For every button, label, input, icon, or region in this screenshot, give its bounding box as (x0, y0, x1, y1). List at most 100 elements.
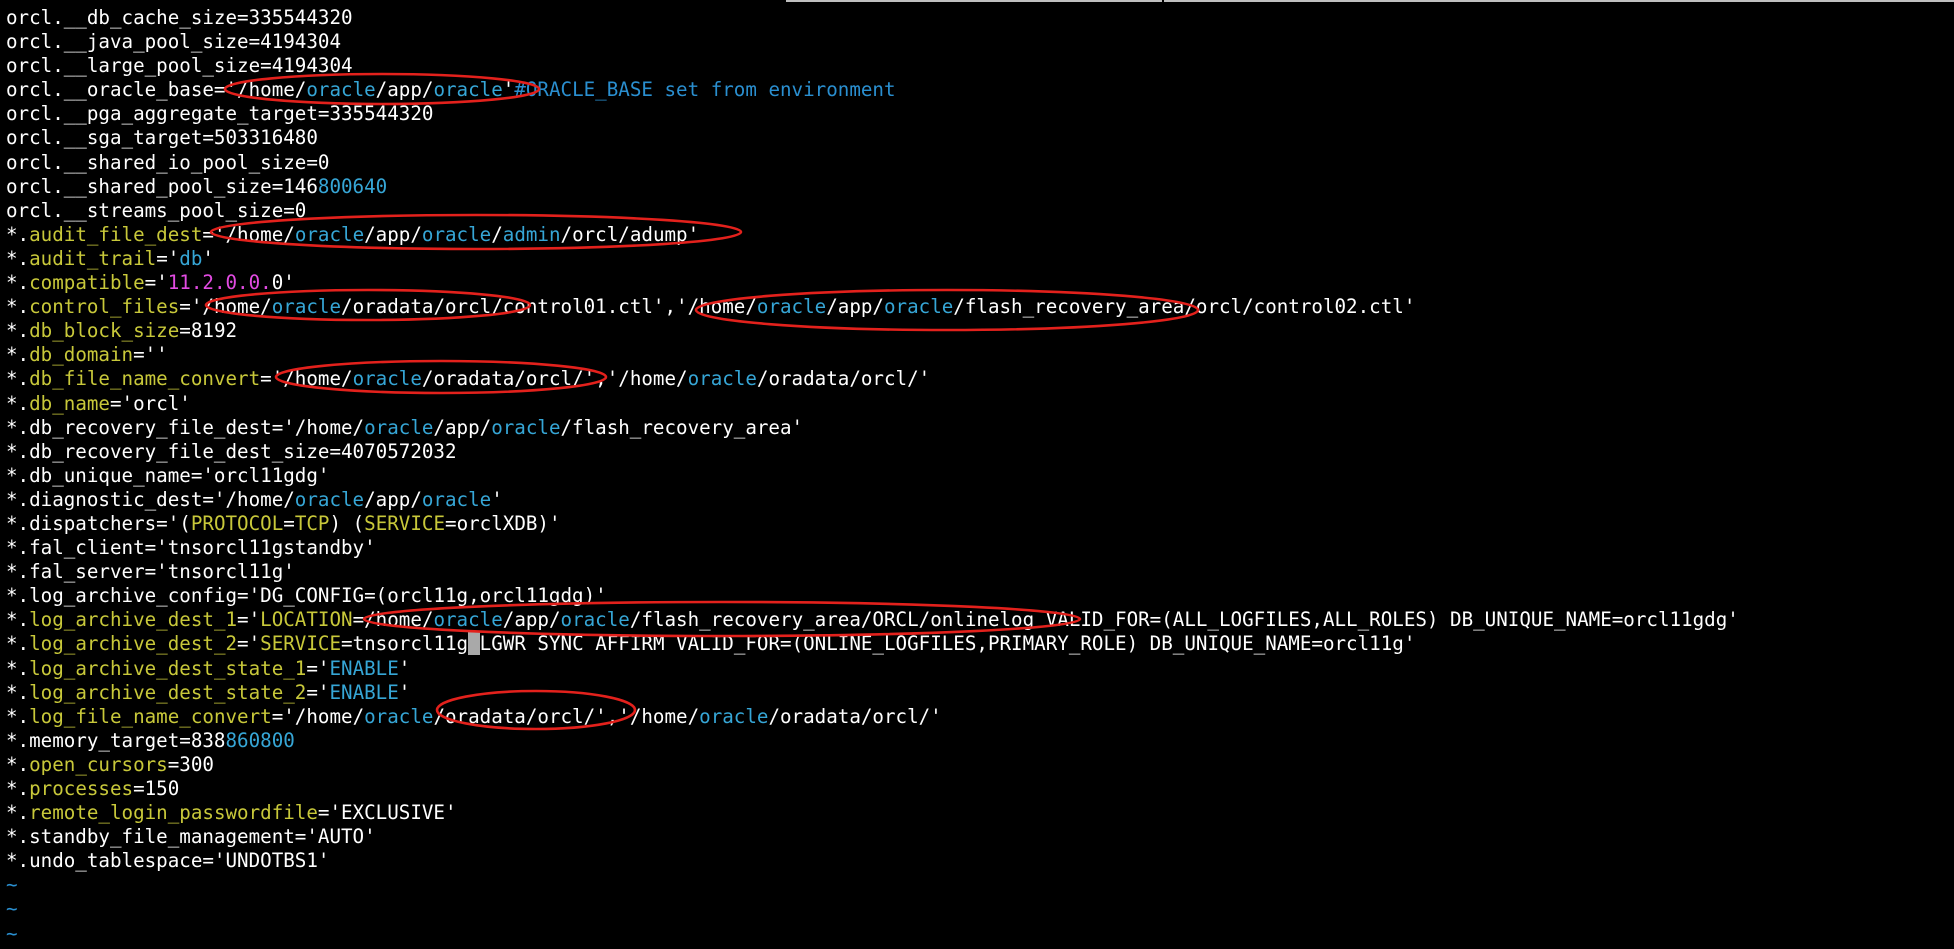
line-segment: orcl.__shared_io_pool_size=0 (6, 150, 330, 174)
editor-line[interactable]: *.memory_target=838860800 (6, 729, 1946, 753)
line-segment: oracle (687, 367, 757, 391)
line-segment: *.standby_file_management='AUTO' (6, 825, 376, 849)
line-segment: control_files (29, 295, 180, 319)
line-segment: *.memory_target=838 (6, 728, 226, 752)
line-segment: =8192 (179, 319, 238, 343)
line-segment: *. (6, 319, 30, 343)
line-segment: TCP (294, 511, 330, 535)
editor-line[interactable]: *.compatible='11.2.0.0.0' (6, 271, 1946, 295)
line-segment: oracle (271, 295, 342, 319)
editor-line[interactable]: *.db_unique_name='orcl11gdg' (6, 464, 1946, 488)
line-segment: *.undo_tablespace='UNDOTBS1' (6, 849, 330, 873)
line-segment: log_archive_dest_state_1 (29, 656, 307, 680)
empty-line-tilde[interactable]: ~ (6, 922, 1946, 946)
empty-line-tilde[interactable]: ~ (6, 873, 1946, 897)
editor-line[interactable]: orcl.__large_pool_size=4194304 (6, 54, 1946, 78)
title-bar-segment (1164, 0, 1954, 2)
line-segment: *. (6, 343, 30, 367)
line-segment: =' (156, 246, 180, 270)
line-segment: ='/home/ (202, 222, 295, 246)
editor-line[interactable]: *.log_archive_dest_1='LOCATION=/home/ora… (6, 608, 1946, 632)
line-segment: ='/home/ (179, 295, 272, 319)
empty-line-tilde[interactable]: ~ (6, 897, 1946, 921)
editor-line[interactable]: *.dispatchers='(PROTOCOL=TCP) (SERVICE=o… (6, 512, 1946, 536)
line-segment: *. (6, 271, 30, 295)
line-segment: /oradata/orcl/' (756, 367, 931, 391)
editor-line[interactable]: *.open_cursors=300 (6, 753, 1946, 777)
editor-line[interactable]: orcl.__sga_target=503316480 (6, 126, 1946, 150)
editor-line[interactable]: orcl.__pga_aggregate_target=335544320 (6, 102, 1946, 126)
line-segment: *. (6, 608, 30, 632)
line-segment: *.fal_client='tnsorcl11gstandby' (6, 536, 376, 560)
line-segment: 11.2.0.0. (167, 271, 272, 295)
editor-line[interactable]: *.undo_tablespace='UNDOTBS1' (6, 849, 1946, 873)
line-segment: /flash_recovery_area' (560, 415, 804, 439)
line-segment: ENABLE (329, 656, 399, 680)
editor-line[interactable]: orcl.__oracle_base='/home/oracle/app/ora… (6, 78, 1946, 102)
editor-line[interactable]: orcl.__shared_pool_size=146800640 (6, 175, 1946, 199)
line-segment: *. (6, 246, 30, 270)
line-segment: ' (398, 680, 411, 704)
editor-line[interactable]: *.log_file_name_convert='/home/oracle/or… (6, 705, 1946, 729)
editor-line[interactable]: *.db_name='orcl' (6, 392, 1946, 416)
text-cursor (468, 632, 480, 656)
line-segment: =' (306, 656, 330, 680)
line-segment: /orcl/adump' (560, 222, 700, 246)
line-segment: *. (6, 295, 30, 319)
editor-line[interactable]: *.audit_trail='db' (6, 247, 1946, 271)
line-segment: /app/ (826, 295, 884, 319)
editor-line[interactable]: *.log_archive_config='DG_CONFIG=(orcl11g… (6, 584, 1946, 608)
line-segment: db (179, 246, 203, 270)
line-segment: ='orcl' (109, 391, 191, 415)
line-segment: *. (6, 367, 30, 391)
editor-line[interactable]: *.fal_server='tnsorcl11g' (6, 560, 1946, 584)
editor-line[interactable]: *.audit_file_dest='/home/oracle/app/orac… (6, 223, 1946, 247)
line-segment: /oradata/orcl/' (768, 704, 942, 728)
line-segment: oracle (306, 78, 376, 102)
line-segment: = (283, 511, 295, 535)
editor-line[interactable]: *.diagnostic_dest='/home/oracle/app/orac… (6, 488, 1946, 512)
line-segment: oracle (421, 222, 492, 246)
editor-line[interactable]: *.log_archive_dest_state_2='ENABLE' (6, 681, 1946, 705)
line-segment: ~ (6, 873, 18, 897)
editor-line[interactable]: *.log_archive_dest_state_1='ENABLE' (6, 657, 1946, 681)
line-segment: oracle (699, 704, 769, 728)
editor-line[interactable]: *.db_recovery_file_dest='/home/oracle/ap… (6, 416, 1946, 440)
editor-line[interactable]: *.remote_login_passwordfile='EXCLUSIVE' (6, 801, 1946, 825)
line-segment: oracle (294, 487, 365, 511)
editor-line[interactable]: orcl.__streams_pool_size=0 (6, 199, 1946, 223)
line-segment: oracle (491, 415, 561, 439)
line-segment: *.log_archive_config='DG_CONFIG=(orcl11g… (6, 584, 607, 608)
editor-line[interactable]: *.db_recovery_file_dest_size=4070572032 (6, 440, 1946, 464)
editor-line[interactable]: *.fal_client='tnsorcl11gstandby' (6, 536, 1946, 560)
line-segment: ='' (133, 343, 168, 367)
editor-line[interactable]: *.control_files='/home/oracle/oradata/or… (6, 295, 1946, 319)
editor-line[interactable]: *.db_domain='' (6, 343, 1946, 367)
editor-line[interactable]: *.db_block_size=8192 (6, 319, 1946, 343)
line-segment: LOCATION (260, 608, 353, 632)
editor-line[interactable]: orcl.__shared_io_pool_size=0 (6, 151, 1946, 175)
line-segment: =/home/ (352, 608, 434, 632)
editor-line[interactable]: *.db_file_name_convert='/home/oracle/ora… (6, 367, 1946, 391)
editor-line[interactable]: *.processes=150 (6, 777, 1946, 801)
vim-editor-buffer[interactable]: orcl.__db_cache_size=335544320 orcl.__jav… (6, 6, 1946, 946)
line-segment: audit_file_dest (29, 222, 203, 246)
line-segment: 860800 (225, 728, 295, 752)
line-segment: /app/ (364, 487, 422, 511)
line-segment: ='/home/ (271, 704, 365, 728)
line-segment: log_archive_dest_2 (29, 632, 238, 656)
editor-line[interactable]: orcl.__java_pool_size=4194304 (6, 30, 1946, 54)
line-segment: admin (502, 222, 561, 246)
line-segment: ='EXCLUSIVE' (317, 801, 457, 825)
editor-line[interactable]: *.standby_file_management='AUTO' (6, 825, 1946, 849)
line-segment: remote_login_passwordfile (29, 801, 318, 825)
editor-line[interactable]: orcl.__db_cache_size=335544320 (6, 6, 1946, 30)
line-segment: orcl.__streams_pool_size=0 (6, 198, 307, 222)
line-segment: oracle (364, 415, 434, 439)
line-segment: *.dispatchers='( (6, 511, 191, 535)
editor-line[interactable]: *.log_archive_dest_2='SERVICE=tnsorcl11g… (6, 632, 1946, 656)
line-segment: ' (491, 487, 503, 511)
line-segment: / (491, 222, 503, 246)
line-segment: *. (6, 632, 30, 656)
line-segment: processes (29, 777, 134, 800)
